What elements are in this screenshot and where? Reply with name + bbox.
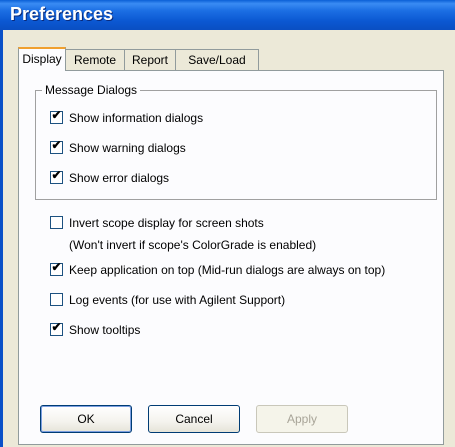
title-bar[interactable]: Preferences xyxy=(0,0,455,30)
log-events-checkbox[interactable] xyxy=(50,293,63,306)
show-tooltips-checkbox[interactable]: ✔ xyxy=(50,320,63,336)
preferences-window: Preferences Display Remote Report Save/L… xyxy=(0,0,455,447)
invert-scope-label: Invert scope display for screen shots xyxy=(69,216,264,230)
tab-save-load[interactable]: Save/Load xyxy=(175,49,259,70)
checkmark-icon: ✔ xyxy=(51,260,62,274)
checkmark-icon: ✔ xyxy=(51,108,62,122)
invert-scope-note-text: (Won't invert if scope's ColorGrade is e… xyxy=(69,238,317,252)
checkmark-icon: ✔ xyxy=(51,138,62,152)
tab-display[interactable]: Display xyxy=(18,47,66,71)
log-events-label: Log events (for use with Agilent Support… xyxy=(69,293,286,307)
show-warning-dialogs-label: Show warning dialogs xyxy=(69,141,186,155)
apply-button[interactable]: Apply xyxy=(256,405,348,433)
tab-remote[interactable]: Remote xyxy=(65,49,125,70)
window-frame-left xyxy=(0,30,3,447)
keep-on-top-checkbox[interactable]: ✔ xyxy=(50,260,63,276)
show-error-dialogs-checkbox[interactable]: ✔ xyxy=(50,168,63,184)
show-warning-dialogs-checkbox[interactable]: ✔ xyxy=(50,138,63,154)
keep-on-top-label: Keep application on top (Mid-run dialogs… xyxy=(69,263,386,277)
cancel-button[interactable]: Cancel xyxy=(148,405,240,433)
show-information-dialogs-label: Show information dialogs xyxy=(69,111,204,125)
window-title: Preferences xyxy=(10,4,114,24)
invert-scope-checkbox[interactable] xyxy=(50,216,63,229)
message-dialogs-group-title: Message Dialogs xyxy=(42,83,141,97)
tab-report[interactable]: Report xyxy=(124,49,176,70)
checkmark-icon: ✔ xyxy=(51,168,62,182)
show-information-dialogs-checkbox[interactable]: ✔ xyxy=(50,108,63,124)
ok-button[interactable]: OK xyxy=(40,405,132,433)
show-error-dialogs-label: Show error dialogs xyxy=(69,171,170,185)
show-tooltips-label: Show tooltips xyxy=(69,323,141,337)
checkmark-icon: ✔ xyxy=(51,320,62,334)
